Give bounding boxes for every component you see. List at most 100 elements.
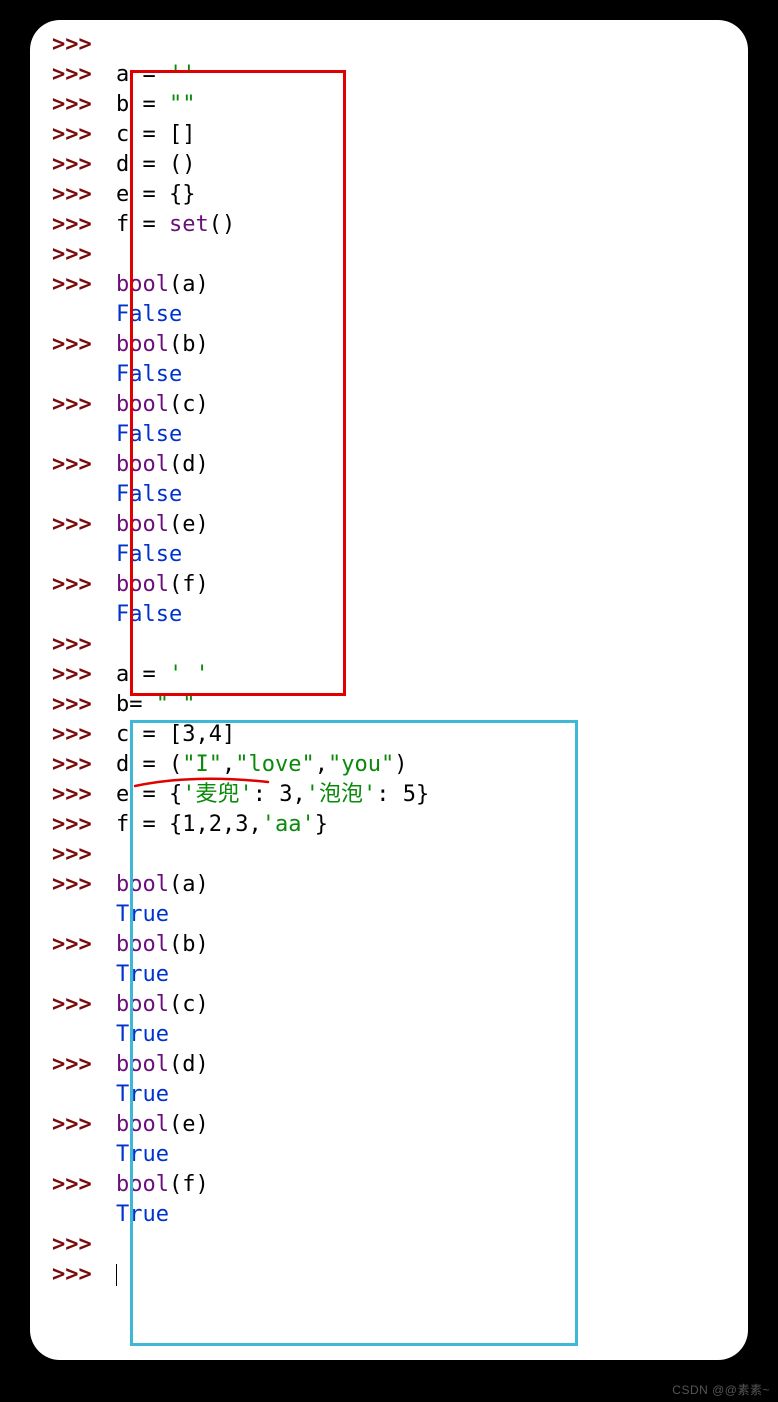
repl-input: bool(a): [108, 870, 748, 900]
repl-prompt: >>>: [30, 270, 108, 300]
token-bool: False: [116, 482, 182, 507]
terminal-panel[interactable]: >>>>>>a = ''>>>b = "">>>c = []>>>d = ()>…: [30, 20, 748, 1360]
token-var: :: [253, 782, 280, 807]
code-line: >>>c = [3,4]: [30, 720, 748, 750]
repl-prompt: >>>: [30, 750, 108, 780]
repl-prompt: >>>: [30, 780, 108, 810]
code-line: >>>bool(a): [30, 870, 748, 900]
code-line: False: [30, 600, 748, 630]
token-fn: bool: [116, 872, 169, 897]
token-var: e = {}: [116, 182, 195, 207]
code-line: True: [30, 1200, 748, 1230]
token-var: :: [376, 782, 403, 807]
token-var: ,: [195, 722, 208, 747]
token-bool: False: [116, 542, 182, 567]
code-line: >>>b = "": [30, 90, 748, 120]
token-fn: bool: [116, 392, 169, 417]
repl-output: False: [108, 540, 748, 570]
code-line: >>>bool(b): [30, 330, 748, 360]
repl-prompt: >>>: [30, 930, 108, 960]
code-line: True: [30, 960, 748, 990]
repl-prompt: >>>: [30, 810, 108, 840]
code-line: >>>: [30, 1260, 748, 1290]
code-line: >>>bool(c): [30, 990, 748, 1020]
token-var: ,: [292, 782, 305, 807]
repl-output: False: [108, 480, 748, 510]
token-num: 3: [235, 812, 248, 837]
token-bool: False: [116, 362, 182, 387]
token-var: ,: [195, 812, 208, 837]
token-fn: bool: [116, 272, 169, 297]
token-var: (f): [169, 572, 209, 597]
repl-input: [108, 1260, 748, 1290]
token-var: d = (): [116, 152, 195, 177]
code-line: >>>f = {1,2,3,'aa'}: [30, 810, 748, 840]
repl-prompt: >>>: [30, 510, 108, 540]
repl-prompt: >>>: [30, 570, 108, 600]
token-bool: True: [116, 1022, 169, 1047]
token-var: ]: [222, 722, 235, 747]
repl-prompt: >>>: [30, 1170, 108, 1200]
repl-prompt: >>>: [30, 180, 108, 210]
token-fn: bool: [116, 1172, 169, 1197]
token-str: " ": [156, 692, 196, 717]
code-line: >>>c = []: [30, 120, 748, 150]
token-var: (c): [169, 992, 209, 1017]
code-line: True: [30, 1140, 748, 1170]
repl-input: d = (): [108, 150, 748, 180]
repl-input: f = set(): [108, 210, 748, 240]
repl-prompt: >>>: [30, 990, 108, 1020]
token-fn: bool: [116, 1052, 169, 1077]
token-str: '': [169, 62, 196, 87]
code-line: >>>: [30, 240, 748, 270]
repl-input: c = [3,4]: [108, 720, 748, 750]
code-line: >>>bool(d): [30, 1050, 748, 1080]
token-str: '泡泡': [306, 782, 377, 807]
repl-input: b= " ": [108, 690, 748, 720]
code-line: >>>b= " ": [30, 690, 748, 720]
repl-prompt: >>>: [30, 450, 108, 480]
code-line: >>> e = {}: [30, 180, 748, 210]
repl-prompt: >>>: [30, 1230, 108, 1260]
code-line: >>>e = {'麦兜': 3,'泡泡': 5}: [30, 780, 748, 810]
repl-prompt: >>>: [30, 870, 108, 900]
token-fn: bool: [116, 332, 169, 357]
repl-input: bool(d): [108, 1050, 748, 1080]
token-var: ): [394, 752, 407, 777]
token-bool: False: [116, 302, 182, 327]
token-var: (a): [169, 872, 209, 897]
repl-input: d = ("I","love","you"): [108, 750, 748, 780]
repl-input: bool(c): [108, 990, 748, 1020]
token-num: 5: [403, 782, 416, 807]
repl-prompt: >>>: [30, 1260, 108, 1290]
code-line: False: [30, 540, 748, 570]
token-var: b=: [116, 692, 156, 717]
repl-prompt: >>>: [30, 90, 108, 120]
token-var: (e): [169, 1112, 209, 1137]
code-line: >>>bool(f): [30, 1170, 748, 1200]
token-num: 1: [182, 812, 195, 837]
code-line: >>>bool(f): [30, 570, 748, 600]
token-fn: bool: [116, 452, 169, 477]
repl-output: False: [108, 600, 748, 630]
token-var: ,: [248, 812, 261, 837]
repl-input: bool(d): [108, 450, 748, 480]
repl-input: bool(f): [108, 570, 748, 600]
code-line: True: [30, 900, 748, 930]
code-line: False: [30, 300, 748, 330]
code-line: >>>: [30, 840, 748, 870]
repl-input: bool(b): [108, 330, 748, 360]
token-fn: bool: [116, 512, 169, 537]
token-fn: bool: [116, 572, 169, 597]
token-var: b =: [116, 92, 169, 117]
code-line: >>>d = (): [30, 150, 748, 180]
code-line: >>>bool(e): [30, 1110, 748, 1140]
token-str: "you": [328, 752, 394, 777]
token-var: ,: [222, 812, 235, 837]
code-line: >>>: [30, 1230, 748, 1260]
token-var: c = []: [116, 122, 195, 147]
repl-prompt: >>>: [30, 660, 108, 690]
repl-input: a = ' ': [108, 660, 748, 690]
repl-input: bool(b): [108, 930, 748, 960]
repl-prompt: >>>: [30, 390, 108, 420]
